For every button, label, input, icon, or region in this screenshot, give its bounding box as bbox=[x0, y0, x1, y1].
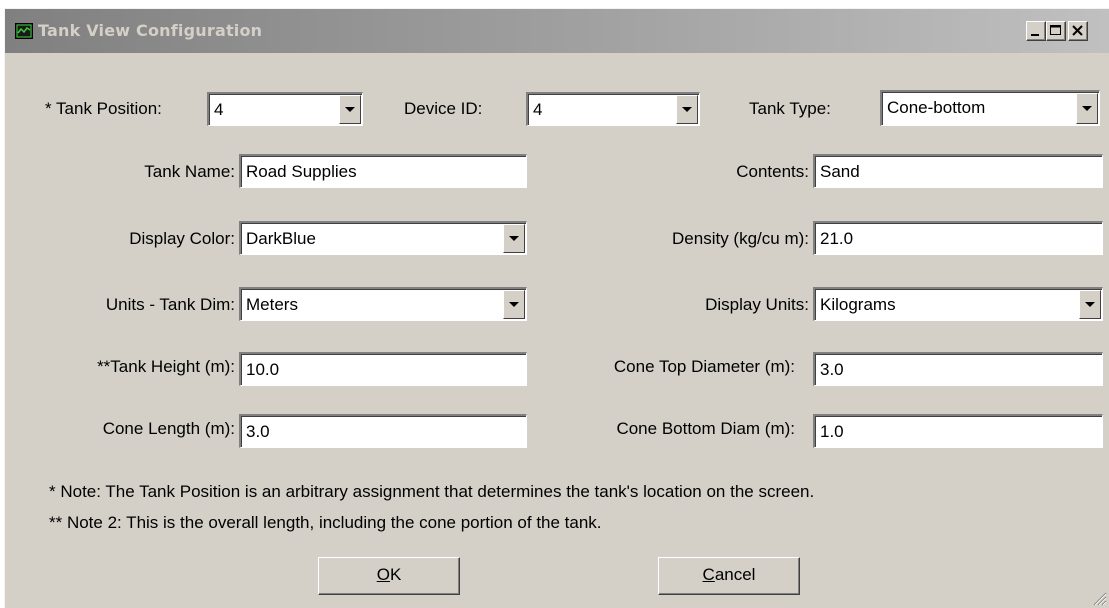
dialog-window: Tank View Configuration * Tank Position:… bbox=[4, 8, 1109, 608]
cone-top-diameter-label: Cone Top Diameter (m): bbox=[613, 357, 795, 376]
cone-bottom-diam-label: Cone Bottom Diam (m): bbox=[616, 419, 795, 438]
note-tank-position: * Note: The Tank Position is an arbitrar… bbox=[49, 482, 815, 501]
tank-position-value: 4 bbox=[214, 100, 224, 119]
tank-name-label: Tank Name: bbox=[144, 162, 235, 181]
contents-value: Sand bbox=[820, 162, 860, 181]
device-id-select[interactable]: 4 bbox=[526, 92, 700, 126]
cone-top-diameter-value: 3.0 bbox=[820, 360, 844, 379]
ok-label-rest: K bbox=[389, 565, 402, 584]
cone-bottom-diam-input[interactable]: 1.0 bbox=[813, 414, 1103, 448]
tank-type-label: Tank Type: bbox=[749, 99, 831, 118]
tank-position-label: * Tank Position: bbox=[45, 99, 162, 118]
density-label: Density (kg/cu m): bbox=[672, 229, 809, 248]
tank-type-value: Cone-bottom bbox=[887, 98, 986, 117]
display-color-label: Display Color: bbox=[129, 229, 235, 248]
tank-chart-icon[interactable] bbox=[15, 23, 33, 39]
tank-name-input[interactable]: Road Supplies bbox=[239, 154, 527, 188]
cone-length-label: Cone Length (m): bbox=[102, 419, 235, 438]
cone-length-input[interactable]: 3.0 bbox=[239, 414, 527, 448]
density-value: 21.0 bbox=[820, 229, 854, 248]
close-button[interactable] bbox=[1068, 21, 1088, 41]
tank-name-value: Road Supplies bbox=[246, 162, 357, 181]
display-units-dropdown-button[interactable] bbox=[1079, 290, 1101, 319]
chevron-down-icon bbox=[682, 106, 692, 112]
minimize-icon bbox=[1031, 34, 1039, 36]
close-icon bbox=[1072, 25, 1083, 36]
tank-type-dropdown-button[interactable] bbox=[1076, 93, 1098, 124]
chevron-down-icon bbox=[345, 106, 355, 112]
ok-button[interactable]: OK bbox=[318, 557, 460, 595]
title-bar[interactable]: Tank View Configuration bbox=[5, 9, 1109, 53]
maximize-button[interactable] bbox=[1046, 21, 1066, 41]
device-id-dropdown-button[interactable] bbox=[676, 95, 698, 124]
tank-height-value: 10.0 bbox=[246, 360, 280, 379]
units-tank-dim-value: Meters bbox=[246, 295, 298, 314]
contents-input[interactable]: Sand bbox=[813, 154, 1103, 188]
tank-position-dropdown-button[interactable] bbox=[339, 95, 361, 124]
cancel-button[interactable]: Cancel bbox=[658, 557, 800, 595]
note-overall-length: ** Note 2: This is the overall length, i… bbox=[49, 513, 602, 532]
cone-bottom-diam-value: 1.0 bbox=[820, 422, 844, 441]
tank-height-input[interactable]: 10.0 bbox=[239, 352, 527, 386]
device-id-value: 4 bbox=[533, 100, 543, 119]
tank-type-select[interactable]: Cone-bottom bbox=[880, 90, 1100, 126]
display-units-value: Kilograms bbox=[820, 295, 896, 314]
display-units-label: Display Units: bbox=[705, 295, 809, 314]
ok-mnemonic: O bbox=[376, 565, 390, 584]
resize-grip-icon[interactable] bbox=[1093, 592, 1107, 606]
chevron-down-icon bbox=[509, 301, 519, 307]
display-color-dropdown-button[interactable] bbox=[503, 224, 525, 253]
chevron-down-icon bbox=[509, 235, 519, 241]
minimize-button[interactable] bbox=[1026, 21, 1046, 41]
display-units-select[interactable]: Kilograms bbox=[813, 287, 1103, 321]
window-title: Tank View Configuration bbox=[38, 21, 263, 40]
cancel-mnemonic: C bbox=[702, 565, 715, 584]
tank-height-label: **Tank Height (m): bbox=[97, 357, 235, 376]
display-color-select[interactable]: DarkBlue bbox=[239, 221, 527, 255]
density-input[interactable]: 21.0 bbox=[813, 221, 1103, 255]
cone-length-value: 3.0 bbox=[246, 422, 270, 441]
units-tank-dim-select[interactable]: Meters bbox=[239, 287, 527, 321]
chevron-down-icon bbox=[1085, 301, 1095, 307]
contents-label: Contents: bbox=[736, 162, 809, 181]
units-tank-dim-label: Units - Tank Dim: bbox=[105, 295, 235, 314]
display-color-value: DarkBlue bbox=[246, 229, 316, 248]
tank-position-select[interactable]: 4 bbox=[207, 92, 363, 126]
chevron-down-icon bbox=[1082, 105, 1092, 111]
units-tank-dim-dropdown-button[interactable] bbox=[503, 290, 525, 319]
device-id-label: Device ID: bbox=[404, 99, 483, 118]
cancel-label-rest: ancel bbox=[714, 565, 756, 584]
cone-top-diameter-input[interactable]: 3.0 bbox=[813, 352, 1103, 386]
maximize-icon bbox=[1050, 25, 1061, 35]
